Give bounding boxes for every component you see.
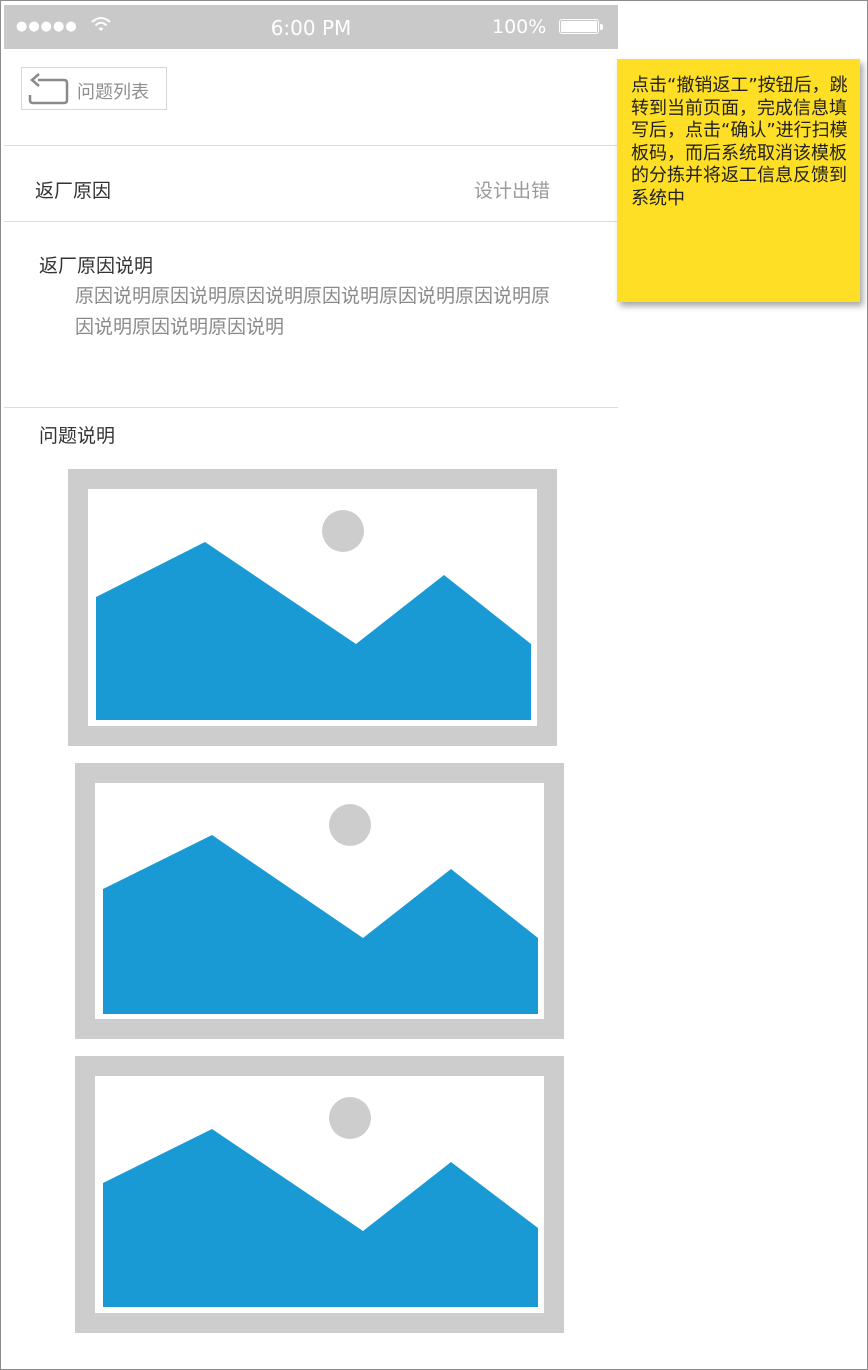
image-icon [96, 510, 531, 720]
image-placeholder-3[interactable] [75, 1056, 564, 1333]
image-icon [103, 804, 538, 1014]
reason-description-label: 返厂原因说明 [39, 255, 154, 277]
image-placeholder-1[interactable] [68, 469, 557, 746]
divider [4, 221, 618, 222]
image-placeholder-2[interactable] [75, 763, 564, 1039]
mountain-icon [103, 835, 538, 1014]
reason-description-text[interactable]: 原因说明原因说明原因说明原因说明原因说明原因说明原因说明原因说明原因说明 [75, 281, 555, 343]
back-button-label: 问题列表 [77, 82, 149, 103]
status-bar: ●●●●● 6:00 PM 100% [4, 5, 618, 49]
image-icon [103, 1097, 538, 1307]
annotation-sticky-note: 点击“撤销返工”按钮后，跳转到当前页面，完成信息填写后，点击“确认”进行扫模板码… [617, 59, 860, 302]
sun-icon [322, 510, 364, 552]
return-reason-select[interactable]: 设计出错 [474, 176, 550, 203]
mountain-icon [103, 1129, 538, 1307]
battery-icon [559, 19, 599, 34]
back-to-issue-list-button[interactable]: 问题列表 [21, 67, 167, 110]
battery-percentage: 100% [492, 16, 547, 38]
sun-icon [329, 1097, 371, 1139]
divider [4, 145, 618, 146]
battery-tip [600, 24, 603, 30]
mountain-icon [96, 542, 531, 720]
return-arrow-icon [24, 72, 70, 110]
return-reason-label: 返厂原因 [35, 180, 112, 202]
phone-screen: ●●●●● 6:00 PM 100% 问题列表 返厂原因 设计出错 返厂原因说明… [4, 5, 618, 1367]
divider [4, 407, 618, 408]
problem-description-label: 问题说明 [39, 425, 116, 447]
screen-frame: ●●●●● 6:00 PM 100% 问题列表 返厂原因 设计出错 返厂原因说明… [0, 0, 868, 1370]
sun-icon [329, 804, 371, 846]
